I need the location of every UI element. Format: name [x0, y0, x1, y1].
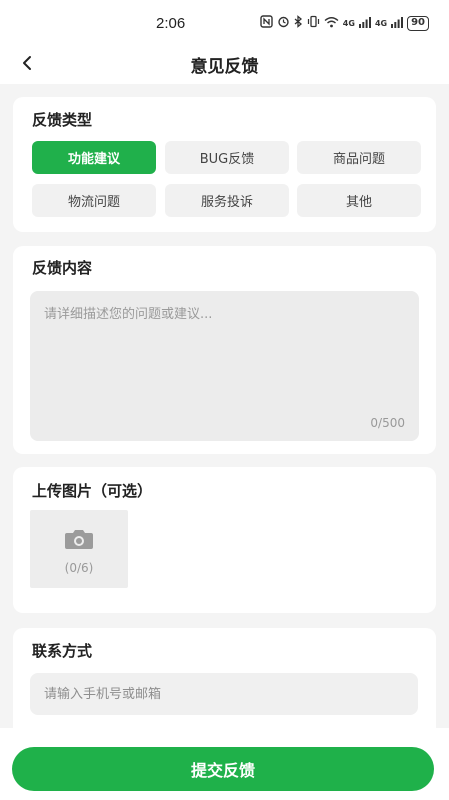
upload-title: 上传图片（可选）	[32, 482, 153, 500]
feedback-content-textarea[interactable]	[30, 291, 419, 441]
status-bar: 2:06 4G 4G 90	[0, 0, 449, 46]
type-option-feature[interactable]: 功能建议	[32, 141, 156, 174]
signal-icon	[358, 16, 371, 31]
nfc-icon	[260, 15, 273, 31]
contact-input[interactable]	[30, 673, 418, 715]
battery-indicator: 90	[407, 15, 429, 31]
vibrate-icon	[307, 15, 320, 31]
type-option-bug[interactable]: BUG反馈	[165, 141, 289, 174]
upload-card: 上传图片（可选） (0/6)	[13, 467, 436, 613]
type-option-other[interactable]: 其他	[297, 184, 421, 217]
feedback-type-card: 反馈类型 功能建议 BUG反馈 商品问题 物流问题 服务投诉 其他	[13, 97, 436, 232]
status-icons: 4G 4G 90	[260, 15, 429, 31]
upload-count: (0/6)	[64, 561, 94, 575]
feedback-type-title: 反馈类型	[32, 111, 93, 129]
feedback-content-card: 反馈内容 0/500	[13, 246, 436, 454]
status-time: 2:06	[156, 15, 186, 32]
network-label-2: 4G	[374, 18, 388, 28]
page-title: 意见反馈	[190, 57, 259, 77]
wifi-icon	[324, 16, 339, 31]
type-option-logistics[interactable]: 物流问题	[32, 184, 156, 217]
type-option-service[interactable]: 服务投诉	[165, 184, 289, 217]
submit-button[interactable]: 提交反馈	[12, 747, 434, 791]
nav-bar: 意见反馈	[0, 46, 449, 84]
upload-image-button[interactable]: (0/6)	[30, 510, 128, 588]
contact-card: 联系方式	[13, 628, 436, 738]
camera-icon	[64, 528, 94, 554]
alarm-icon	[277, 15, 290, 31]
feedback-content-title: 反馈内容	[32, 259, 93, 277]
char-counter: 0/500	[370, 416, 405, 430]
network-label-1: 4G	[342, 18, 355, 28]
signal-icon	[391, 16, 404, 31]
type-option-product[interactable]: 商品问题	[297, 141, 421, 174]
contact-title: 联系方式	[32, 642, 93, 660]
bluetooth-icon	[294, 15, 303, 31]
